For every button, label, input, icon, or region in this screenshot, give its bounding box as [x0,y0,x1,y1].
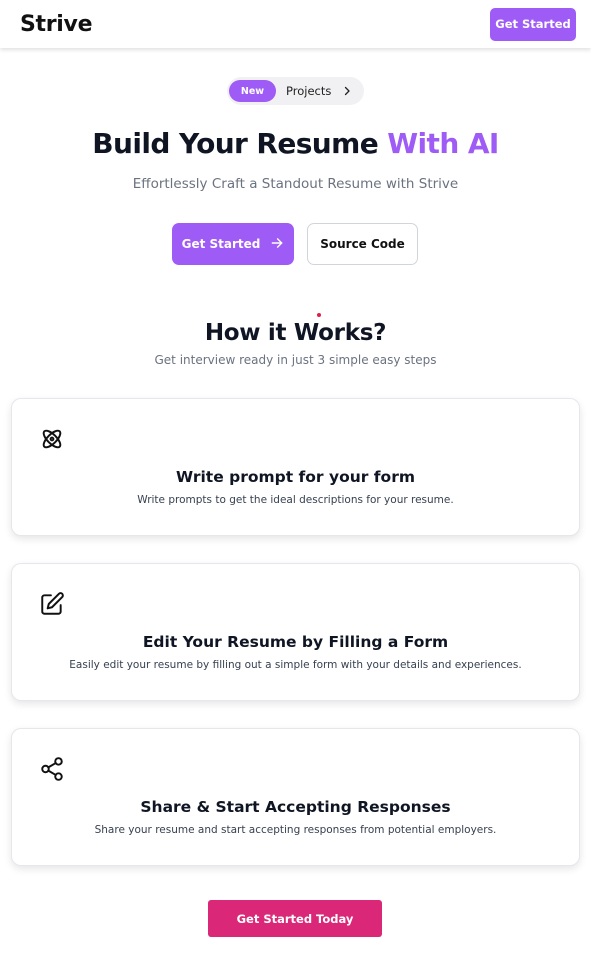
announcement-pill[interactable]: New Projects [227,77,364,105]
get-started-button[interactable]: Get Started [490,7,576,41]
share-icon [39,756,65,782]
step-title: Write prompt for your form [176,468,415,486]
top-nav: Strive Get Started [0,0,591,48]
hero-get-started-button[interactable]: Get Started [172,223,294,265]
new-badge: New [229,80,276,102]
step-title: Share & Start Accepting Responses [140,798,451,816]
step-card: Share & Start Accepting Responses Share … [11,728,580,866]
how-it-works-subtitle: Get interview ready in just 3 simple eas… [154,353,437,367]
atom-icon [39,426,65,452]
step-description: Write prompts to get the ideal descripti… [137,494,454,506]
step-card: Edit Your Resume by Filling a Form Easil… [11,563,580,701]
arrow-right-icon [270,236,284,253]
chevron-right-icon [341,85,353,97]
step-description: Easily edit your resume by filling out a… [69,659,522,671]
get-started-today-button[interactable]: Get Started Today [208,900,382,937]
hero-title-main: Build Your Resume [92,127,379,160]
hero-title-accent: With AI [387,127,499,160]
step-title: Edit Your Resume by Filling a Form [142,633,449,651]
hero-title: Build Your Resume With AI [0,127,591,160]
how-it-works-title: How it Works? [204,320,387,346]
hero-subtitle: Effortlessly Craft a Standout Resume wit… [132,176,459,192]
step-card: Write prompt for your form Write prompts… [11,398,580,536]
logo[interactable]: Strive [20,12,93,37]
hero-get-started-label: Get Started [181,237,261,251]
hero-actions: Get Started Source Code [172,223,418,265]
source-code-button[interactable]: Source Code [307,223,418,265]
edit-icon [39,591,65,617]
step-description: Share your resume and start accepting re… [94,824,497,836]
decorative-dot [317,313,321,317]
announcement-label: Projects [286,84,332,98]
